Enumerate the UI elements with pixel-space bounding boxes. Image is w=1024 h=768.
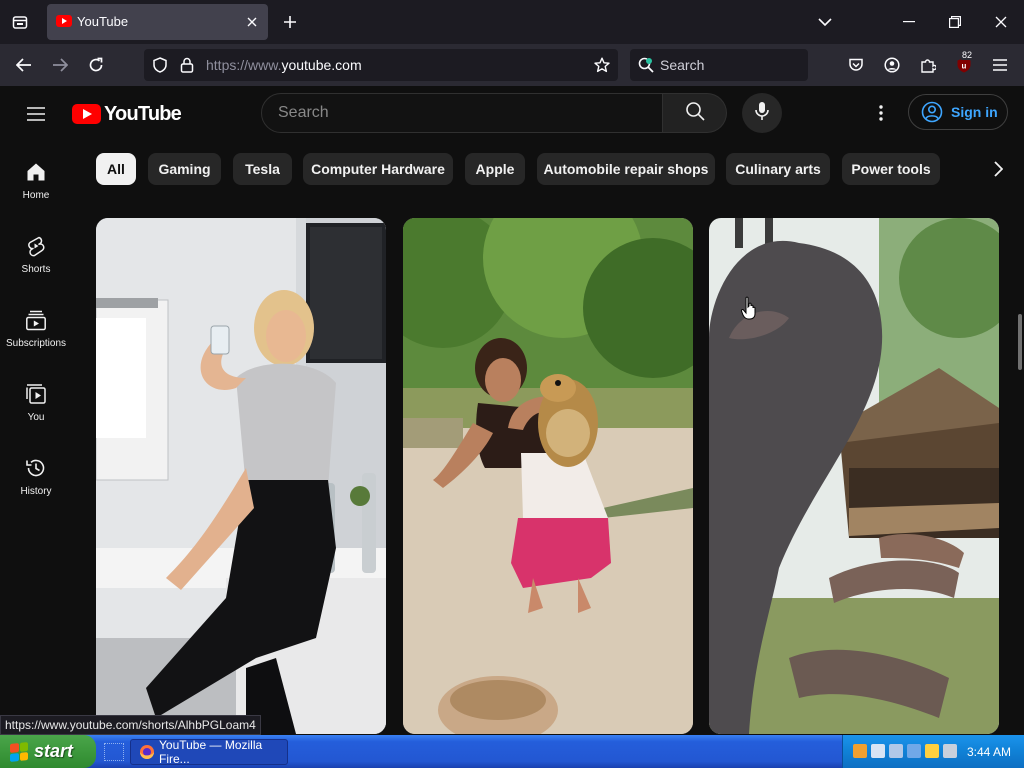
browser-tab-youtube[interactable]: YouTube — [47, 4, 268, 40]
network-tray-icon[interactable] — [871, 744, 885, 758]
system-tray: 3:44 AM — [842, 735, 1024, 768]
browser-tab-title: YouTube — [77, 14, 129, 29]
start-label: start — [34, 741, 74, 761]
restore-window-icon[interactable] — [941, 8, 969, 36]
short-card-1[interactable] — [96, 218, 386, 734]
warning-tray-icon[interactable] — [925, 744, 939, 758]
guide-item-home[interactable]: Home — [0, 142, 72, 214]
you-icon — [24, 382, 48, 406]
chip-tesla[interactable]: Tesla — [233, 153, 292, 185]
hamburger-menu-icon[interactable] — [986, 51, 1014, 79]
short-thumbnail-woman-drinking — [96, 218, 386, 734]
home-icon — [24, 160, 48, 184]
voice-search-button[interactable] — [742, 93, 782, 133]
account-icon[interactable] — [878, 51, 906, 79]
quick-launch-grip-icon — [104, 743, 124, 761]
youtube-logo[interactable]: YouTube — [72, 102, 182, 126]
firefox-icon — [139, 744, 155, 760]
shorts-icon — [24, 234, 48, 258]
search-tray-icon[interactable] — [853, 744, 867, 758]
sign-in-label: Sign in — [951, 104, 998, 120]
browser-search-placeholder: Search — [660, 57, 705, 73]
tracking-protection-shield-icon[interactable] — [152, 57, 168, 78]
sign-in-button[interactable]: Sign in — [908, 94, 1008, 130]
guide-item-shorts[interactable]: Shorts — [0, 216, 72, 288]
guide-item-history[interactable]: History — [0, 438, 72, 510]
youtube-search-input[interactable]: Search — [261, 93, 663, 133]
forward-arrow-icon[interactable] — [46, 51, 74, 79]
windows-taskbar: start YouTube — Mozilla Fire... 3:44 AM — [0, 735, 1024, 768]
new-tab-icon[interactable] — [277, 9, 303, 35]
volume-muted-tray-icon[interactable] — [943, 744, 957, 758]
guide-item-subscriptions[interactable]: Subscriptions — [0, 290, 72, 362]
youtube-search-button[interactable] — [663, 93, 727, 133]
firefox-view-icon[interactable] — [6, 9, 34, 35]
youtube-mini-guide: Home Shorts Subscriptions You History — [0, 142, 72, 735]
youtube-header: YouTube Search Sign in — [0, 86, 1024, 142]
address-bar[interactable]: https://www.youtube.com — [144, 49, 618, 81]
chip-apple[interactable]: Apple — [465, 153, 525, 185]
browser-tab-strip: YouTube — [0, 0, 1024, 44]
chip-culinary-arts[interactable]: Culinary arts — [726, 153, 830, 185]
category-chips-bar: All Gaming Tesla Computer Hardware Apple… — [72, 142, 1024, 196]
guide-item-you[interactable]: You — [0, 364, 72, 436]
bookmark-star-icon[interactable] — [594, 57, 610, 78]
youtube-favicon-icon — [56, 15, 72, 27]
reload-icon[interactable] — [82, 51, 110, 79]
more-options-vertical-icon[interactable] — [868, 99, 894, 127]
subscriptions-icon — [24, 308, 48, 332]
windows-flag-icon — [10, 741, 28, 762]
page-scrollbar-thumb[interactable] — [1018, 314, 1022, 370]
microphone-icon — [755, 101, 769, 126]
pocket-icon[interactable] — [842, 51, 870, 79]
search-icon — [685, 101, 705, 126]
history-icon — [24, 456, 48, 480]
youtube-search-placeholder: Search — [278, 104, 329, 121]
svg-text:u: u — [962, 62, 967, 71]
extensions-puzzle-icon[interactable] — [914, 51, 942, 79]
guide-item-label: History — [20, 486, 52, 497]
extension-badge-count: 82 — [960, 50, 975, 60]
short-card-2[interactable] — [403, 218, 693, 734]
guide-menu-icon[interactable] — [24, 102, 48, 126]
back-arrow-icon[interactable] — [10, 51, 38, 79]
search-engine-icon[interactable] — [638, 57, 654, 78]
guide-item-label: Subscriptions — [5, 338, 67, 349]
display-tray-icon[interactable] — [889, 744, 903, 758]
chip-power-tools[interactable]: Power tools — [842, 153, 940, 185]
taskbar-item-label: YouTube — Mozilla Fire... — [159, 738, 263, 766]
start-button[interactable]: start — [0, 735, 96, 768]
taskbar-clock: 3:44 AM — [967, 745, 1012, 759]
url-domain: youtube.com — [281, 57, 362, 73]
mouse-cursor-hand-icon — [741, 296, 756, 320]
chip-automobile-repair-shops[interactable]: Automobile repair shops — [537, 153, 715, 185]
browser-toolbar: https://www.youtube.com Search u 82 — [0, 44, 1024, 86]
chip-gaming[interactable]: Gaming — [148, 153, 221, 185]
guide-item-label: Shorts — [21, 264, 51, 275]
youtube-play-icon — [72, 104, 101, 124]
status-link-preview: https://www.youtube.com/shorts/AlhbPGLoa… — [0, 715, 261, 735]
chip-all[interactable]: All — [96, 153, 136, 185]
taskbar-item-firefox[interactable]: YouTube — Mozilla Fire... — [130, 738, 288, 766]
safely-remove-tray-icon[interactable] — [907, 744, 921, 758]
chip-computer-hardware[interactable]: Computer Hardware — [303, 153, 453, 185]
chevron-right-icon[interactable] — [982, 153, 1014, 185]
address-bar-url[interactable]: https://www.youtube.com — [206, 57, 362, 73]
close-window-icon[interactable] — [987, 8, 1015, 36]
youtube-logo-text: YouTube — [104, 102, 182, 125]
short-thumbnail-girl-with-hamster — [403, 218, 693, 734]
guide-item-label: You — [27, 412, 45, 423]
list-all-tabs-icon[interactable] — [813, 10, 837, 34]
url-prefix: https://www. — [206, 57, 282, 73]
close-tab-icon[interactable] — [243, 13, 261, 31]
short-card-3[interactable] — [709, 218, 999, 734]
guide-item-label: Home — [22, 190, 50, 201]
minimize-window-icon[interactable] — [895, 8, 923, 36]
lock-icon[interactable] — [180, 57, 194, 78]
browser-search-bar[interactable]: Search — [630, 49, 808, 81]
account-circle-icon — [921, 101, 943, 123]
